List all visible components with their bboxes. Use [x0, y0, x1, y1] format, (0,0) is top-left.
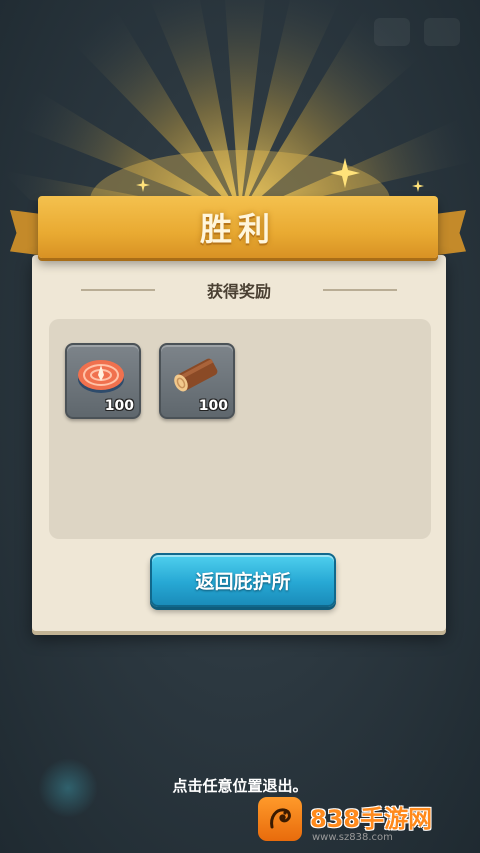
- salmon-steak-icon: [78, 360, 124, 393]
- victory-title: 胜利: [199, 210, 276, 248]
- subtitle-row: 获得奖励: [32, 277, 446, 303]
- reward-item-salmon[interactable]: 100: [65, 343, 141, 419]
- sparkle-icon: [330, 158, 360, 188]
- reward-list: 100 100: [49, 319, 431, 539]
- divider-left: [80, 289, 155, 291]
- exit-hint: 点击任意位置退出。: [172, 777, 308, 795]
- return-button-label: 返回庇护所: [195, 570, 291, 593]
- wood-log-icon: [174, 358, 218, 392]
- sparkle-icon: [136, 178, 150, 192]
- reward-count: 100: [198, 398, 228, 414]
- reward-subtitle: 获得奖励: [206, 282, 271, 301]
- reward-count: 100: [104, 398, 134, 414]
- reward-item-wood[interactable]: 100: [159, 343, 235, 419]
- reward-panel: 获得奖励 100 100 返回庇护所: [32, 255, 446, 631]
- top-decor: [374, 18, 460, 46]
- divider-right: [323, 289, 397, 291]
- watermark-brand: 838手游网: [310, 805, 433, 833]
- dragon-logo-icon: [258, 797, 302, 841]
- return-to-shelter-button[interactable]: 返回庇护所: [150, 553, 336, 607]
- sparkle-icon: [412, 180, 424, 192]
- victory-banner: 胜利: [38, 196, 438, 258]
- watermark-url: www.sz838.com: [312, 832, 393, 843]
